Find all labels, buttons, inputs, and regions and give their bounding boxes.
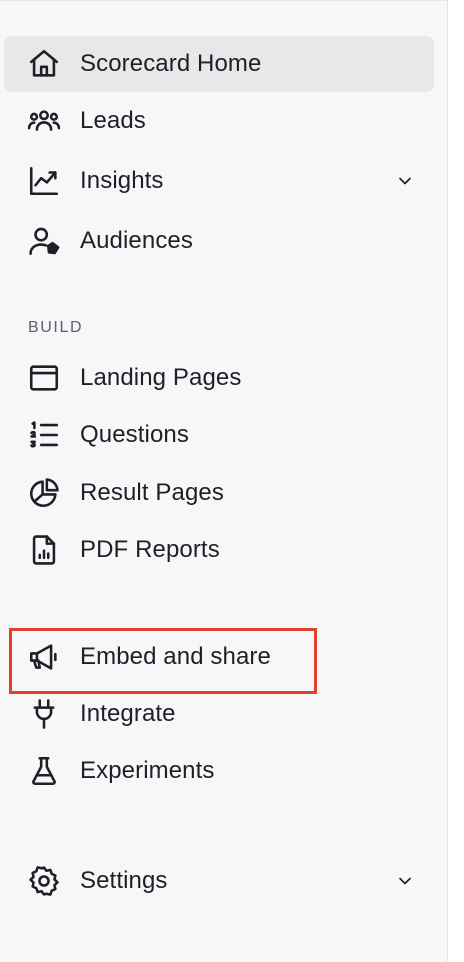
users-icon	[26, 103, 62, 139]
nav-label: PDF Reports	[80, 536, 220, 563]
section-title-build: BUILD	[28, 319, 84, 336]
nav-label: Insights	[80, 167, 164, 194]
chart-line-icon	[26, 163, 62, 199]
nav-item-insights[interactable]: Insights	[4, 153, 434, 209]
nav-label: Questions	[80, 421, 189, 448]
nav-item-experiments[interactable]: Experiments	[4, 743, 434, 799]
file-chart-icon	[26, 532, 62, 568]
megaphone-icon	[26, 639, 62, 675]
chevron-down-icon[interactable]	[394, 870, 416, 892]
nav-label: Scorecard Home	[80, 50, 262, 77]
nav-label: Embed and share	[80, 643, 271, 670]
list-numbered-icon	[26, 417, 62, 453]
pie-chart-icon	[26, 475, 62, 511]
chevron-down-icon[interactable]	[394, 170, 416, 192]
nav-label: Experiments	[80, 757, 215, 784]
nav-item-questions[interactable]: Questions	[4, 407, 434, 463]
nav-label: Landing Pages	[80, 364, 242, 391]
nav-item-pdf-reports[interactable]: PDF Reports	[4, 522, 434, 578]
nav-label: Audiences	[80, 227, 193, 254]
nav-item-embed-and-share[interactable]: Embed and share	[4, 629, 434, 685]
sidebar: Scorecard Home Leads Insights Audiences …	[0, 0, 448, 962]
window-icon	[26, 360, 62, 396]
nav-item-settings[interactable]: Settings	[4, 853, 434, 909]
nav-label: Settings	[80, 867, 168, 894]
nav-item-result-pages[interactable]: Result Pages	[4, 465, 434, 521]
nav-label: Leads	[80, 107, 146, 134]
plug-icon	[26, 696, 62, 732]
flask-icon	[26, 753, 62, 789]
gear-icon	[26, 863, 62, 899]
nav-item-audiences[interactable]: Audiences	[4, 213, 434, 269]
nav-item-landing-pages[interactable]: Landing Pages	[4, 350, 434, 406]
user-tag-icon	[26, 223, 62, 259]
nav-item-scorecard-home[interactable]: Scorecard Home	[4, 36, 434, 92]
nav-label: Integrate	[80, 700, 176, 727]
nav-item-integrate[interactable]: Integrate	[4, 686, 434, 742]
nav-label: Result Pages	[80, 479, 224, 506]
nav-item-leads[interactable]: Leads	[4, 93, 434, 149]
home-icon	[26, 46, 62, 82]
